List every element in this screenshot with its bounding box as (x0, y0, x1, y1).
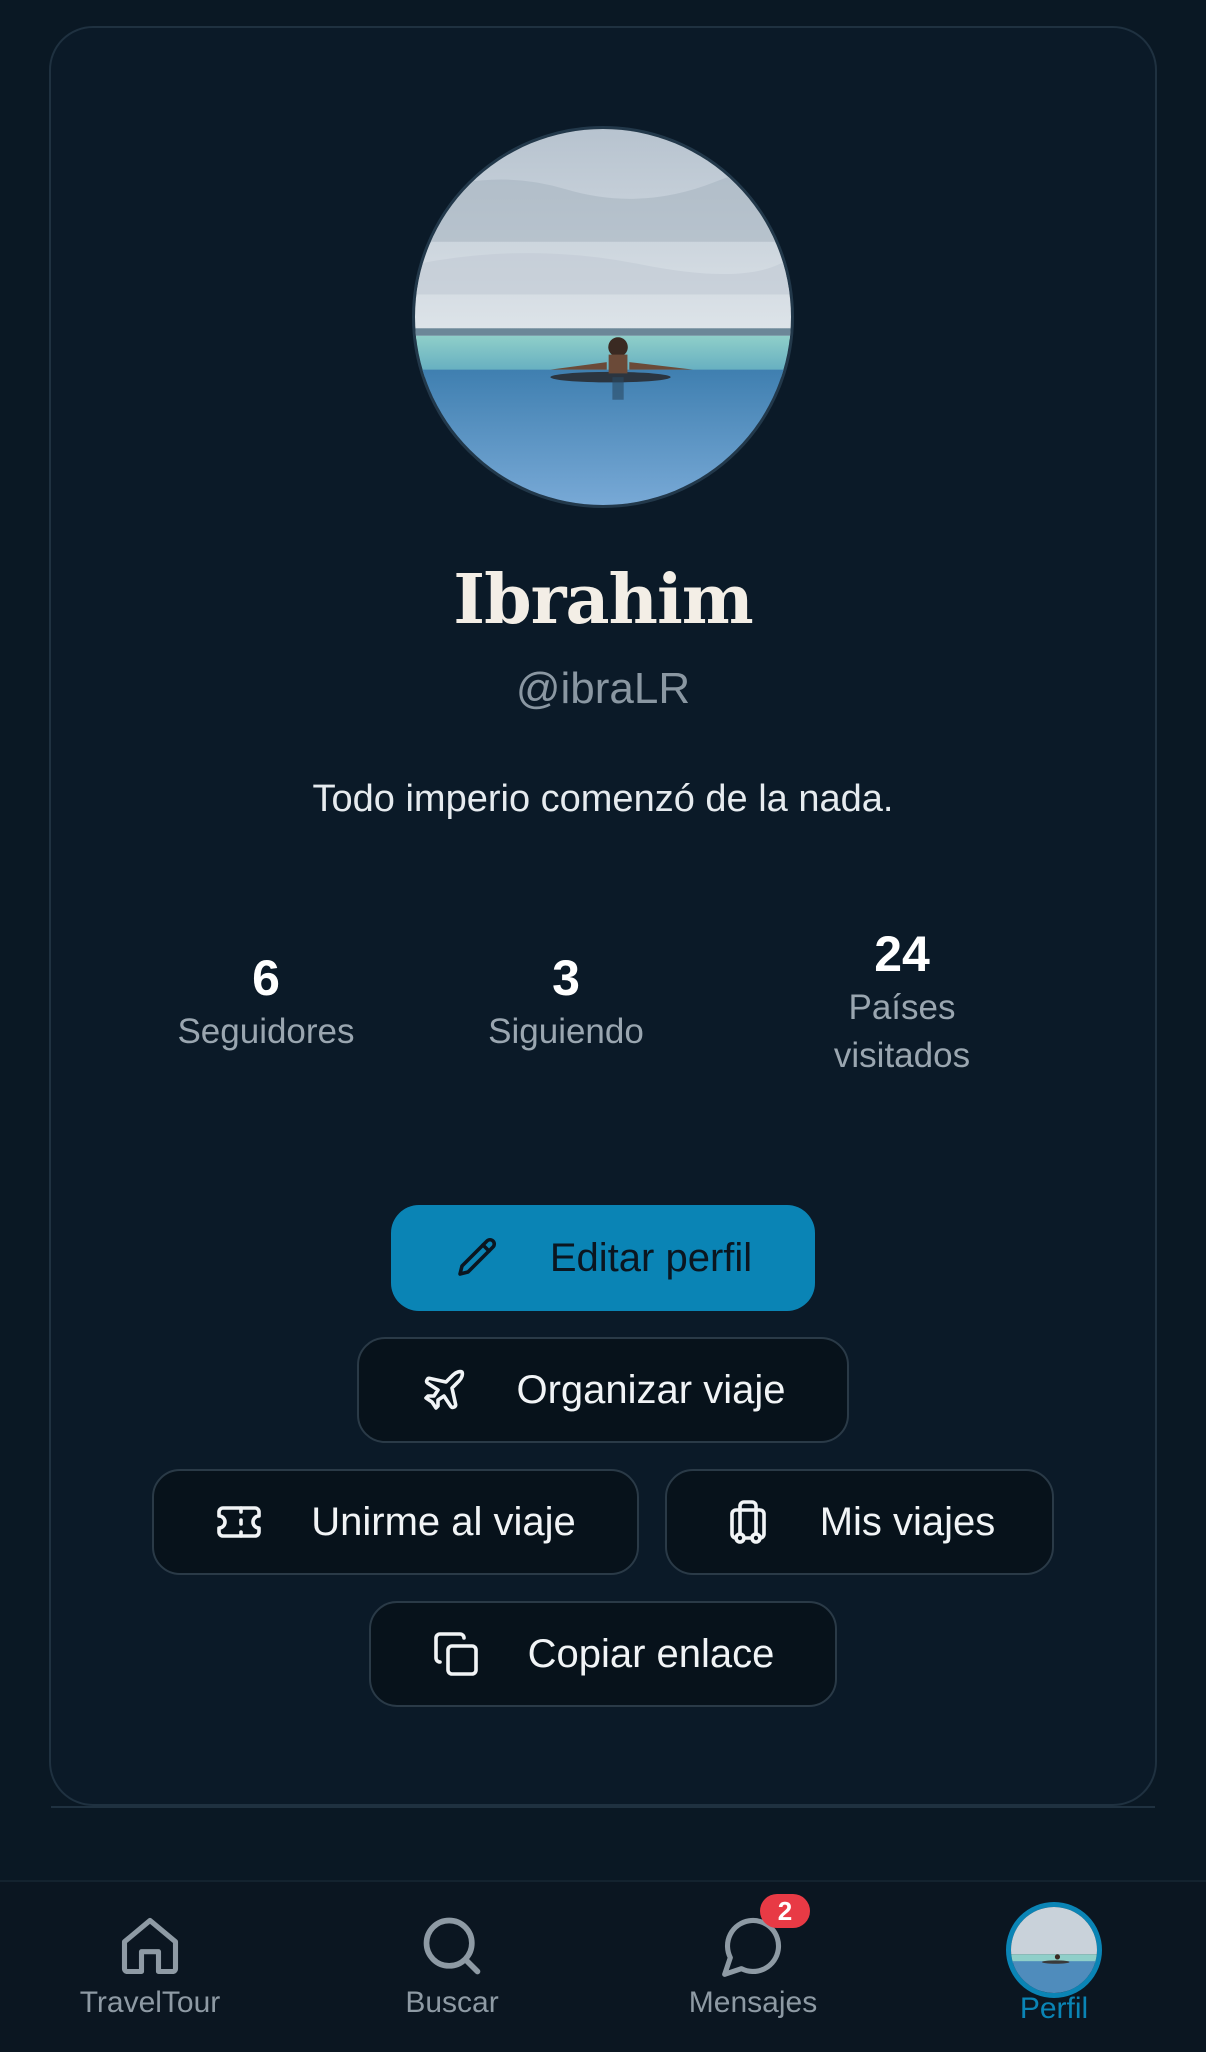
profile-avatar[interactable] (412, 126, 794, 508)
airplane-icon (420, 1366, 468, 1414)
tab-search-label: Buscar (405, 1986, 499, 2019)
stat-followers-count: 6 (252, 950, 280, 1006)
profile-bio: Todo imperio comenzó de la nada. (312, 778, 894, 820)
stat-countries-label-line2: visitados (833, 1036, 971, 1075)
join-trip-button[interactable]: Unirme al viaje (152, 1469, 639, 1575)
edit-profile-button[interactable]: Editar perfil (391, 1205, 815, 1311)
my-trips-button[interactable]: Mis viajes (665, 1469, 1054, 1575)
card-divider (51, 1806, 1155, 1808)
stat-countries-label-line1: Países (848, 988, 956, 1027)
stat-countries[interactable]: 24 Países visitados (782, 924, 1022, 1080)
my-trips-label: Mis viajes (819, 1499, 996, 1544)
copy-link-button[interactable]: Copiar enlace (369, 1601, 837, 1707)
tab-messages[interactable]: Mensajes (653, 1882, 853, 2052)
stat-countries-count: 24 (874, 926, 930, 982)
stat-followers[interactable]: 6 Seguidores (146, 948, 386, 1056)
tab-home-label: TravelTour (79, 1986, 221, 2019)
messages-badge: 2 (760, 1894, 810, 1928)
stat-followers-label: Seguidores (177, 1012, 355, 1051)
search-icon (423, 1917, 481, 1975)
profile-handle: @ibraLR (515, 664, 691, 713)
pencil-icon (454, 1234, 502, 1282)
ticket-icon (215, 1498, 263, 1546)
home-icon (121, 1917, 179, 1975)
tab-profile-avatar[interactable] (1006, 1902, 1102, 1998)
stat-following-count: 3 (552, 950, 580, 1006)
luggage-icon (724, 1498, 772, 1546)
edit-profile-label: Editar perfil (549, 1235, 753, 1280)
avatar-photo (415, 129, 791, 505)
tab-messages-label: Mensajes (688, 1986, 818, 2019)
copy-icon (432, 1630, 480, 1678)
organize-trip-label: Organizar viaje (516, 1367, 786, 1412)
tab-search[interactable]: Buscar (352, 1882, 552, 2052)
copy-link-label: Copiar enlace (527, 1631, 775, 1676)
join-trip-label: Unirme al viaje (311, 1499, 576, 1544)
tab-home[interactable]: TravelTour (50, 1882, 250, 2052)
organize-trip-button[interactable]: Organizar viaje (357, 1337, 849, 1443)
profile-name: Ibrahim (453, 560, 753, 640)
stat-following[interactable]: 3 Siguiendo (446, 948, 686, 1056)
tab-avatar-photo (1011, 1907, 1097, 1993)
profile-screen: Ibrahim @ibraLR Todo imperio comenzó de … (0, 0, 1206, 2052)
stat-following-label: Siguiendo (488, 1012, 644, 1051)
